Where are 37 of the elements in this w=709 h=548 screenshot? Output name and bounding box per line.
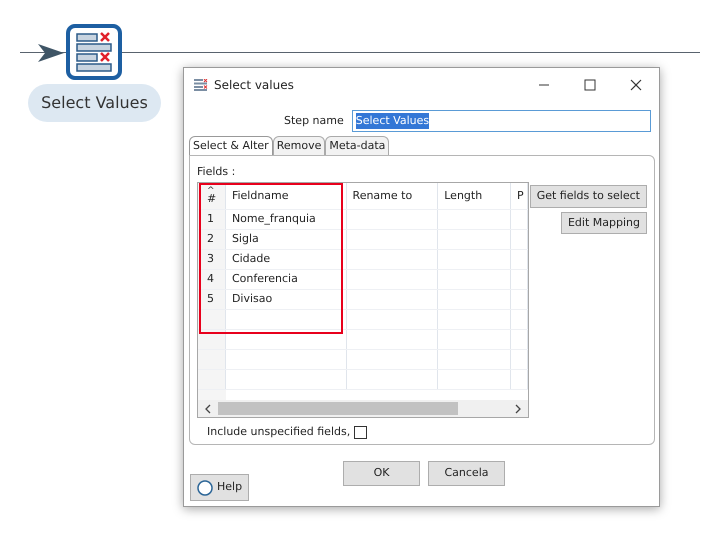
table-cell: Sigla (226, 230, 347, 249)
table-cell: 1 (198, 210, 226, 229)
table-cell: 4 (198, 270, 226, 289)
side-button[interactable]: Edit Mapping (560, 212, 647, 234)
maximize-icon[interactable] (583, 78, 597, 90)
table-cell: 2 (198, 230, 226, 249)
table-cell: Divisao (226, 290, 347, 309)
window-title: Select values (214, 76, 294, 94)
fields-label: Fields : (197, 164, 236, 180)
close-icon[interactable] (629, 78, 643, 90)
horizontal-scrollbar[interactable] (198, 400, 528, 417)
tab[interactable]: Remove (272, 136, 326, 155)
dialog-button[interactable]: Cancela (428, 461, 505, 486)
step-label: Select Values (28, 84, 161, 122)
table-cell: Nome_franquia (226, 210, 347, 229)
step-name-label: Step name (284, 112, 344, 129)
step-name-field[interactable]: Select Values (352, 110, 651, 132)
tab[interactable]: Select & Alter (189, 136, 273, 155)
column-header[interactable]: Length (438, 183, 512, 209)
app-icon (194, 78, 208, 90)
checkbox-label: Include unspecified fields, (207, 424, 350, 440)
tab[interactable]: Meta-data (325, 136, 390, 155)
help-button[interactable]: Help (190, 474, 250, 501)
table-cell: Conferencia (226, 270, 347, 289)
checkbox[interactable] (354, 426, 368, 439)
select-values-step-icon[interactable] (66, 24, 122, 80)
table-cell: 5 (198, 290, 226, 309)
column-header[interactable]: Fieldname (226, 183, 347, 209)
table-cell: Cidade (226, 250, 347, 269)
side-button[interactable]: Get fields to select (530, 185, 647, 208)
help-icon (197, 480, 213, 496)
column-header-text: # (207, 190, 216, 207)
column-header[interactable]: P (511, 183, 528, 209)
dialog-button[interactable]: OK (343, 461, 420, 486)
column-header[interactable]: Rename to (346, 183, 438, 209)
arrow-head-icon (38, 44, 64, 62)
table-cell: 3 (198, 250, 226, 269)
